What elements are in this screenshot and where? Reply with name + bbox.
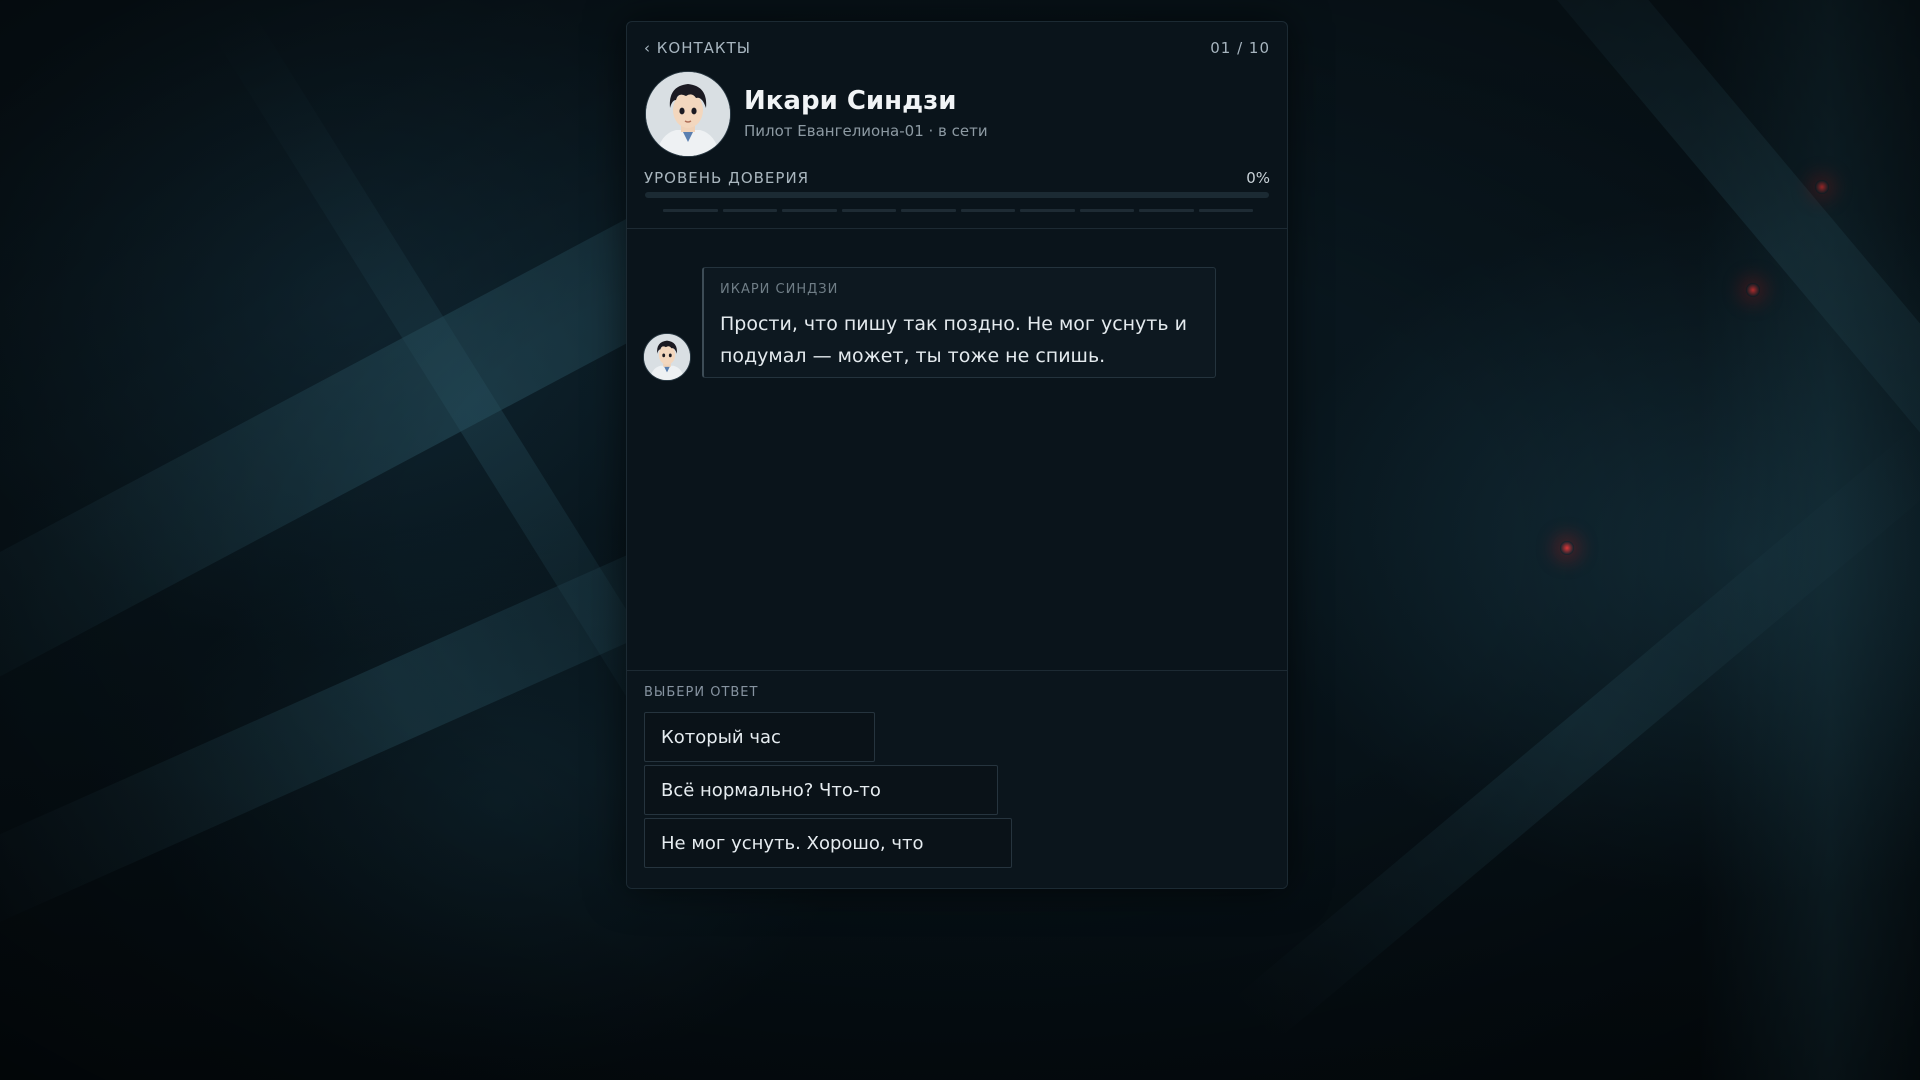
- contact-avatar: [645, 71, 731, 157]
- contact-status: Пилот Евангелиона-01 · в сети: [744, 122, 988, 140]
- message-sender: ИКАРИ СИНДЗИ: [720, 282, 839, 297]
- contact-counter: 01 / 10: [1210, 39, 1270, 57]
- trust-progress-bar: [645, 192, 1269, 198]
- reply-option-3[interactable]: Не мог уснуть. Хорошо, что написал.: [644, 818, 1012, 888]
- message-area: ИКАРИ СИНДЗИ Прости, что пишу так поздно…: [627, 229, 1287, 670]
- reply-options-label: ВЫБЕРИ ОТВЕТ: [644, 685, 759, 700]
- trust-segment: [782, 209, 837, 212]
- trust-segment: [1020, 209, 1075, 212]
- trust-segments: [663, 209, 1253, 212]
- reply-option-2[interactable]: Всё нормально? Что-то случилось?: [644, 765, 998, 851]
- trust-segment: [841, 209, 896, 212]
- trust-segment: [901, 209, 956, 212]
- trust-segment: [663, 209, 718, 212]
- trust-segment: [1079, 209, 1134, 212]
- message-avatar: [643, 333, 691, 381]
- message-text: Прости, что пишу так поздно. Не мог усну…: [720, 313, 1187, 367]
- trust-segment: [1198, 209, 1253, 212]
- avatar-portrait-icon: [644, 334, 690, 380]
- chat-panel: ‹ КОНТАКТЫ 01 / 10 Икари Синдзи Пилот Ев…: [626, 21, 1288, 889]
- trust-level-label: УРОВЕНЬ ДОВЕРИЯ: [644, 169, 810, 187]
- trust-segment: [1139, 209, 1194, 212]
- contact-name: Икари Синдзи: [744, 86, 957, 116]
- message-bubble: ИКАРИ СИНДЗИ Прости, что пишу так поздно…: [702, 267, 1216, 378]
- avatar-portrait-icon: [646, 72, 730, 156]
- trust-segment: [722, 209, 777, 212]
- chat-header: ‹ КОНТАКТЫ 01 / 10 Икари Синдзи Пилот Ев…: [627, 22, 1287, 229]
- trust-segment: [960, 209, 1015, 212]
- back-to-contacts-link[interactable]: ‹ КОНТАКТЫ: [644, 39, 751, 57]
- trust-level-percent: 0%: [1246, 169, 1270, 187]
- reply-option-1[interactable]: Который час вообще.: [644, 712, 875, 798]
- reply-options-section: ВЫБЕРИ ОТВЕТ Который час вообще. Всё нор…: [627, 670, 1287, 888]
